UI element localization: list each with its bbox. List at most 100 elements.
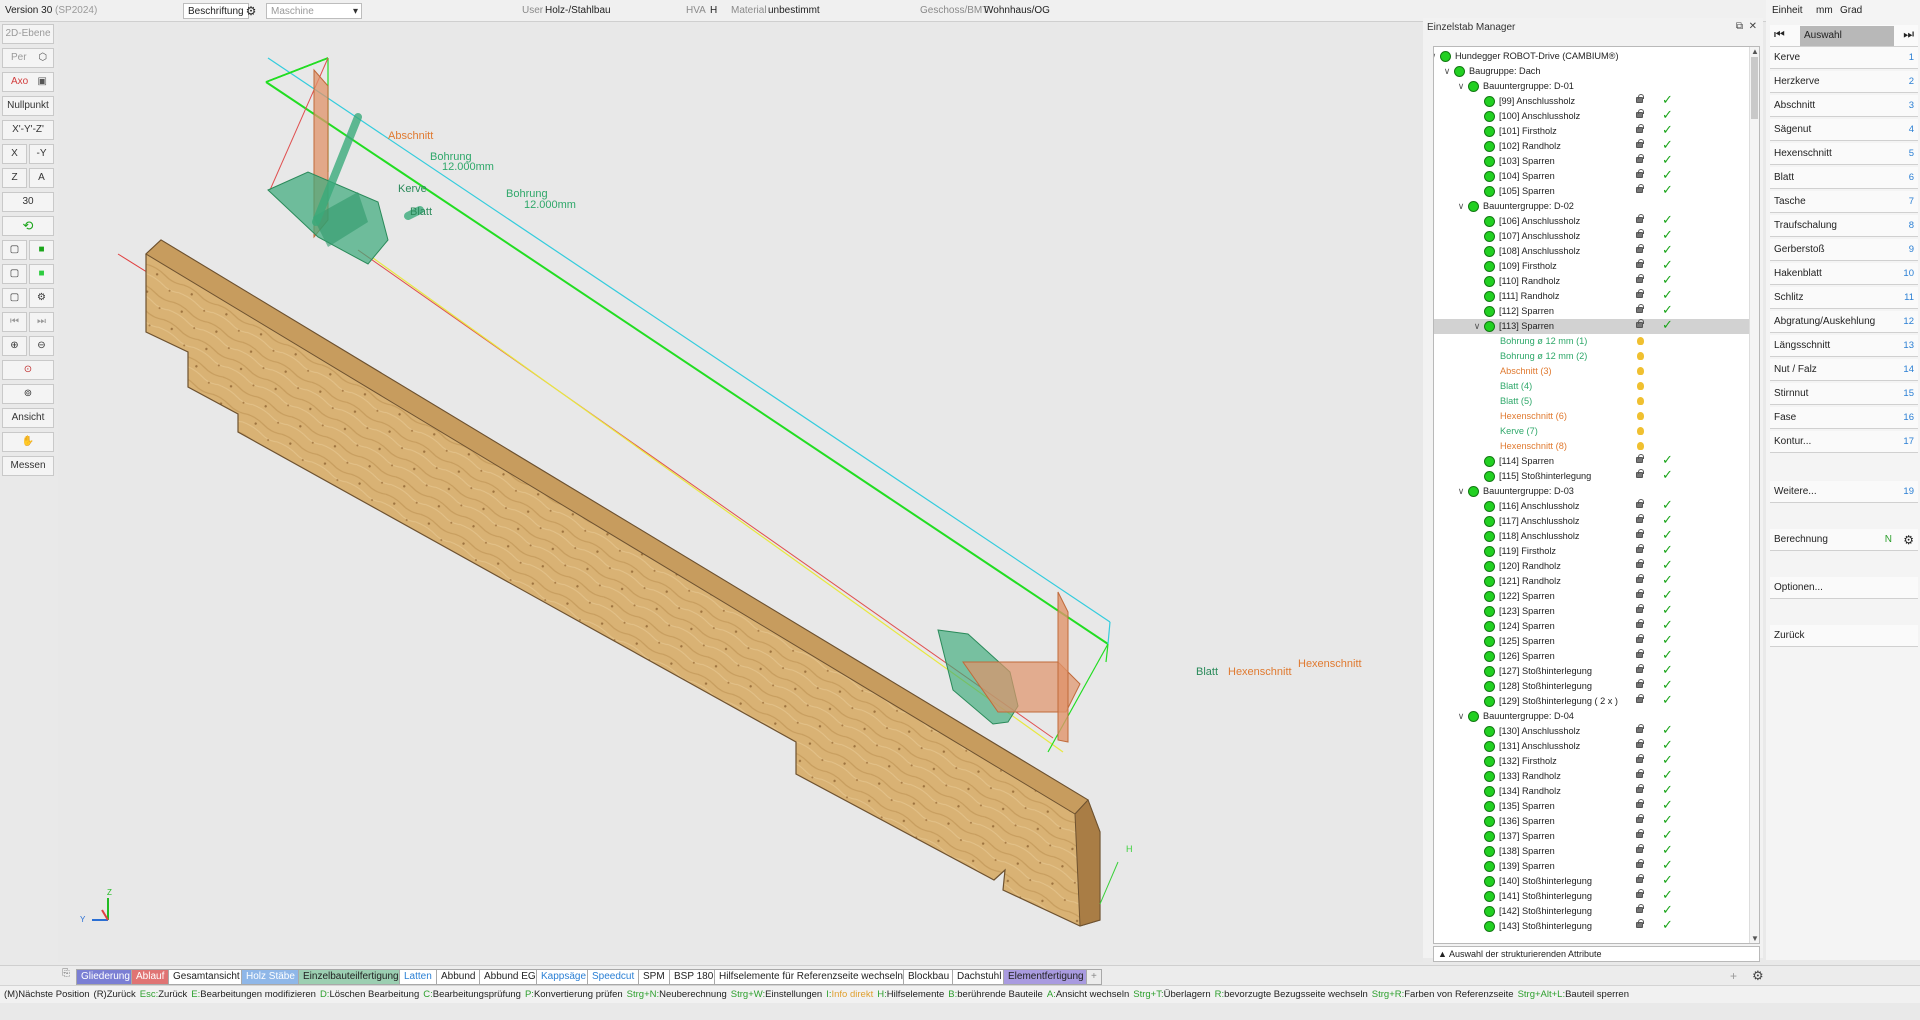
tree-row[interactable]: [141] Stoßhinterlegung ✓ <box>1434 887 1749 904</box>
menu-item-schlitz[interactable]: Schlitz 11 <box>1770 287 1918 309</box>
menu-item-kerve[interactable]: Kerve 1 <box>1770 47 1918 69</box>
lock-icon[interactable] <box>1636 724 1644 733</box>
structure-tree[interactable]: ∨Hundegger ROBOT-Drive (CAMBIUM®)∨Baugru… <box>1433 46 1760 944</box>
tree-row[interactable]: ∨ [113] Sparren ✓ <box>1434 317 1749 334</box>
checkmark-icon[interactable]: ✓ <box>1662 752 1673 767</box>
checkmark-icon[interactable]: ✓ <box>1662 632 1673 647</box>
pin-icon[interactable]: ⎘ <box>62 968 70 979</box>
a-view-button[interactable]: A <box>29 168 54 188</box>
tree-row[interactable]: [110] Randholz ✓ <box>1434 272 1749 289</box>
beschriftung-button[interactable]: Beschriftung <box>183 3 249 19</box>
rotate-view-icon[interactable]: ⟲ <box>2 216 54 236</box>
tab-abbund-eg[interactable]: Abbund EG <box>479 969 541 985</box>
tab-ablauf[interactable]: Ablauf <box>131 969 170 985</box>
lock-icon[interactable] <box>1636 814 1644 823</box>
checkmark-icon[interactable]: ✓ <box>1662 287 1673 302</box>
lock-icon[interactable] <box>1636 259 1644 268</box>
menu-item-stirnnut[interactable]: Stirnnut 15 <box>1770 383 1918 405</box>
tree-row[interactable]: [115] Stoßhinterlegung ✓ <box>1434 467 1749 484</box>
beam-front-face[interactable] <box>145 239 1101 927</box>
minus-y-view-button[interactable]: -Y <box>29 144 54 164</box>
material-value[interactable]: unbestimmt <box>768 3 820 19</box>
3d-viewport[interactable]: Abschnitt Bohrung 12.000mm Bohrung 12.00… <box>58 22 1423 962</box>
lock-icon[interactable] <box>1636 319 1644 328</box>
tree-scrollbar[interactable]: ▲ ▼ <box>1749 47 1759 943</box>
axes-button[interactable]: X'-Y'-Z' <box>2 120 54 140</box>
tab-blockbau[interactable]: Blockbau <box>903 969 955 985</box>
lock-icon[interactable] <box>1636 784 1644 793</box>
checkmark-icon[interactable]: ✓ <box>1662 647 1673 662</box>
auswahl-button[interactable]: Auswahl <box>1800 26 1894 46</box>
expand-chevron-icon[interactable]: ∨ <box>1456 484 1466 499</box>
tree-row[interactable]: [130] Anschlussholz ✓ <box>1434 722 1749 739</box>
tree-row[interactable]: Hexenschnitt (8) <box>1434 439 1749 454</box>
tab-gliederung[interactable]: Gliederung <box>76 969 135 985</box>
lock-icon[interactable] <box>1636 454 1644 463</box>
lightbulb-icon[interactable] <box>1637 412 1644 420</box>
tree-row[interactable]: [131] Anschlussholz ✓ <box>1434 737 1749 754</box>
lock-icon[interactable] <box>1636 799 1644 808</box>
x-view-button[interactable]: X <box>2 144 27 164</box>
checkmark-icon[interactable]: ✓ <box>1662 242 1673 257</box>
mm-unit-button[interactable]: mm <box>1816 3 1833 19</box>
expand-chevron-icon[interactable]: ∨ <box>1456 199 1466 214</box>
tree-row[interactable]: [127] Stoßhinterlegung ✓ <box>1434 662 1749 679</box>
checkmark-icon[interactable]: ✓ <box>1662 257 1673 272</box>
checkmark-icon[interactable]: ✓ <box>1662 557 1673 572</box>
hand-pan-icon[interactable]: ✋ <box>2 432 54 452</box>
next-icon[interactable]: ⏭ <box>29 312 54 332</box>
tree-row[interactable]: [105] Sparren ✓ <box>1434 182 1749 199</box>
expand-chevron-icon[interactable]: ∨ <box>1456 709 1466 724</box>
tree-row[interactable]: [125] Sparren ✓ <box>1434 632 1749 649</box>
tab-[interactable]: + <box>1086 969 1102 985</box>
tree-row[interactable]: ∨ Hundegger ROBOT-Drive (CAMBIUM®) <box>1434 49 1749 64</box>
tab-latten[interactable]: Latten <box>399 969 437 985</box>
last-icon[interactable]: ⏭ <box>1903 27 1914 42</box>
lightbulb-icon[interactable] <box>1637 382 1644 390</box>
lock-icon[interactable] <box>1636 589 1644 598</box>
tree-row[interactable]: [101] Firstholz ✓ <box>1434 122 1749 139</box>
tree-row[interactable]: [108] Anschlussholz ✓ <box>1434 242 1749 259</box>
tree-row[interactable]: [139] Sparren ✓ <box>1434 857 1749 874</box>
tree-row[interactable]: [129] Stoßhinterlegung ( 2 x ) ✓ <box>1434 692 1749 709</box>
tree-row[interactable]: Hexenschnitt (6) <box>1434 409 1749 424</box>
gear-icon[interactable]: ⚙ <box>1903 529 1914 551</box>
checkmark-icon[interactable]: ✓ <box>1662 797 1673 812</box>
lightbulb-icon[interactable] <box>1637 337 1644 345</box>
checkmark-icon[interactable]: ✓ <box>1662 617 1673 632</box>
lock-icon[interactable] <box>1636 739 1644 748</box>
tree-row[interactable]: [138] Sparren ✓ <box>1434 842 1749 859</box>
tree-row[interactable]: [99] Anschlussholz ✓ <box>1434 92 1749 109</box>
lock-icon[interactable] <box>1636 169 1644 178</box>
maschine-select[interactable]: Maschine ▾ <box>266 3 362 19</box>
menu-item-traufschalung[interactable]: Traufschalung 8 <box>1770 215 1918 237</box>
checkmark-icon[interactable]: ✓ <box>1662 497 1673 512</box>
lock-icon[interactable] <box>1636 919 1644 928</box>
zoom-all-icon[interactable]: ⊚ <box>2 384 54 404</box>
lightbulb-icon[interactable] <box>1637 367 1644 375</box>
tree-row[interactable]: Abschnitt (3) <box>1434 364 1749 379</box>
angle-30-button[interactable]: 30 <box>2 192 54 212</box>
lock-icon[interactable] <box>1636 559 1644 568</box>
checkmark-icon[interactable]: ✓ <box>1662 302 1673 317</box>
tab-gesamtansicht[interactable]: Gesamtansicht <box>168 969 245 985</box>
checkmark-icon[interactable]: ✓ <box>1662 152 1673 167</box>
z-view-button[interactable]: Z <box>2 168 27 188</box>
checkmark-icon[interactable]: ✓ <box>1662 887 1673 902</box>
tree-row[interactable]: [132] Firstholz ✓ <box>1434 752 1749 769</box>
lock-icon[interactable] <box>1636 184 1644 193</box>
cube-outline-icon[interactable]: ▢ <box>2 264 27 284</box>
checkmark-icon[interactable]: ✓ <box>1662 137 1673 152</box>
checkmark-icon[interactable]: ✓ <box>1662 677 1673 692</box>
add-tab-icon[interactable]: + <box>1730 969 1737 983</box>
lock-icon[interactable] <box>1636 214 1644 223</box>
lock-icon[interactable] <box>1636 109 1644 118</box>
tree-row[interactable]: Bohrung ø 12 mm (2) <box>1434 349 1749 364</box>
tree-row[interactable]: [111] Randholz ✓ <box>1434 287 1749 304</box>
tree-row[interactable]: [114] Sparren ✓ <box>1434 452 1749 469</box>
lock-icon[interactable] <box>1636 229 1644 238</box>
tree-row[interactable]: [128] Stoßhinterlegung ✓ <box>1434 677 1749 694</box>
checkmark-icon[interactable]: ✓ <box>1662 917 1673 932</box>
messen-button[interactable]: Messen <box>2 456 54 476</box>
checkmark-icon[interactable]: ✓ <box>1662 542 1673 557</box>
